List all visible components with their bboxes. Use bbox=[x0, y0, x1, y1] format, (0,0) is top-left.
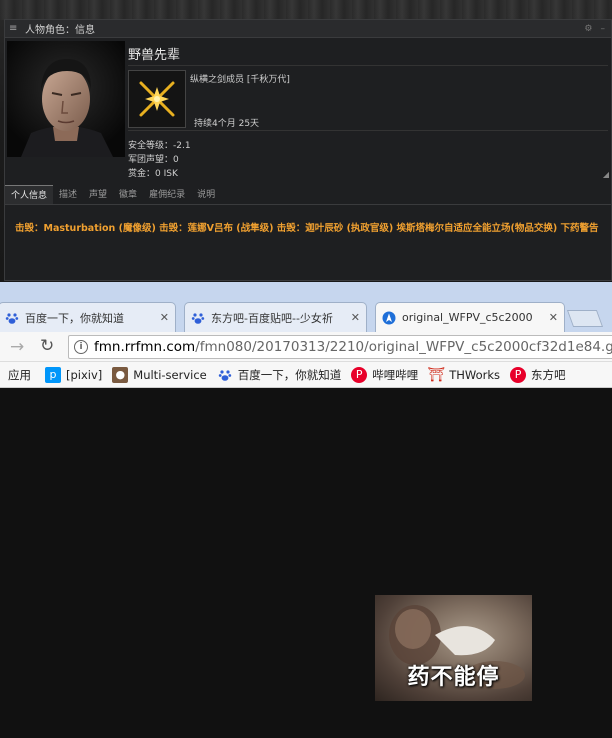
meme-image: 药不能停 bbox=[375, 595, 532, 701]
bookmark-pixiv[interactable]: p [pixiv] bbox=[45, 366, 103, 383]
tab-strip: 百度一下，你就知道 ✕ 东方吧-百度贴吧--少女祈 ✕ original_WFP… bbox=[0, 282, 612, 332]
bookmark-touhou-bar[interactable]: P 东方吧 bbox=[510, 366, 566, 383]
corp-logo-icon[interactable] bbox=[128, 70, 186, 128]
character-portrait bbox=[7, 41, 125, 157]
back-arrow-icon[interactable]: → bbox=[10, 337, 24, 357]
corp-standing: 军团声望：0 bbox=[128, 155, 179, 165]
corp-membership-text[interactable]: 纵横之剑成员 [千秋万代] bbox=[190, 72, 290, 85]
tab-notes[interactable]: 说明 bbox=[191, 185, 221, 204]
bookmark-apps[interactable]: 应用 bbox=[8, 367, 31, 383]
pixiv-icon: p bbox=[45, 366, 61, 383]
info-tabs: 个人信息 描述 声望 徽章 雇佣纪录 说明 bbox=[5, 185, 611, 205]
tab-description[interactable]: 描述 bbox=[53, 185, 83, 204]
bookmark-bilibili[interactable]: P 哔哩哔哩 bbox=[351, 366, 419, 383]
bounty: 赏金：0 ISK bbox=[128, 169, 178, 179]
browser-tab-baidu[interactable]: 百度一下，你就知道 ✕ bbox=[0, 302, 176, 332]
baidu-paw-icon bbox=[191, 311, 205, 325]
tab-standings[interactable]: 声望 bbox=[83, 185, 113, 204]
close-icon[interactable]: ✕ bbox=[351, 311, 360, 324]
browser-tab-active[interactable]: original_WFPV_c5c2000 ✕ bbox=[375, 302, 565, 332]
menu-icon[interactable]: ≡ bbox=[9, 23, 21, 34]
bookmark-baidu[interactable]: 百度一下，你就知道 bbox=[217, 367, 342, 383]
character-name: 野兽先辈 bbox=[128, 48, 181, 63]
window-title: 人物角色：信息 bbox=[25, 25, 95, 36]
tab-personal-info[interactable]: 个人信息 bbox=[5, 185, 54, 204]
compass-icon bbox=[382, 311, 396, 325]
info-icon[interactable]: i bbox=[74, 340, 88, 354]
address-bar[interactable]: i fmn.rrfmn.com/fmn080/20170313/2210/ori… bbox=[68, 335, 612, 359]
meme-caption: 药不能停 bbox=[407, 665, 500, 690]
tab-title: 百度一下，你就知道 bbox=[25, 311, 124, 325]
bookmark-label: 应用 bbox=[8, 367, 31, 382]
bookmark-label: 东方吧 bbox=[531, 367, 566, 382]
avatar-icon: ● bbox=[112, 366, 129, 383]
bookmark-label: THWorks bbox=[449, 367, 501, 382]
bookmark-thworks[interactable]: ⛩ THWorks bbox=[427, 366, 501, 383]
page-viewport: 药不能停 bbox=[0, 389, 612, 738]
browser-window: 百度一下，你就知道 ✕ 东方吧-百度贴吧--少女祈 ✕ original_WFP… bbox=[0, 282, 612, 738]
tab-title: original_WFPV_c5c2000 bbox=[402, 311, 533, 324]
baidu-paw-icon bbox=[217, 367, 233, 383]
bookmark-label: 百度一下，你就知道 bbox=[237, 367, 342, 382]
url-path: /fmn080/20170313/2210/original_WFPV_c5c2… bbox=[195, 339, 612, 355]
tab-decorations[interactable]: 徽章 bbox=[113, 185, 143, 204]
bilibili-p-icon: P bbox=[351, 366, 368, 383]
corporation-panel: 纵横之剑成员 [千秋万代] 持续4个月 25天 bbox=[128, 65, 608, 131]
security-status: 安全等级：-2.1 bbox=[128, 141, 191, 151]
browser-tab-tieba[interactable]: 东方吧-百度贴吧--少女祈 ✕ bbox=[184, 302, 367, 332]
bookmark-label: [pixiv] bbox=[66, 367, 103, 382]
browser-toolbar: → ↻ i fmn.rrfmn.com/fmn080/20170313/2210… bbox=[0, 332, 612, 362]
settings-icon[interactable]: ⚙ bbox=[584, 24, 592, 34]
torii-icon: ⛩ bbox=[427, 366, 446, 383]
baidu-paw-icon bbox=[5, 311, 19, 325]
tab-employment-history[interactable]: 雇佣纪录 bbox=[143, 185, 191, 204]
window-titlebar[interactable]: ≡ 人物角色：信息 ⚙ – bbox=[5, 20, 611, 38]
bookmark-label: Multi-service bbox=[133, 367, 207, 382]
kill-history-text: 击毁：Masturbation (魔像级) 击毁：莲娜V吕布 (战隼级) 击毁：… bbox=[15, 223, 599, 234]
membership-duration: 持续4个月 25天 bbox=[194, 119, 260, 129]
bookmark-label: 哔哩哔哩 bbox=[372, 367, 419, 382]
character-info-window: ≡ 人物角色：信息 ⚙ – 野兽先辈 纵横之剑成员 [千秋万代] 持续4个月 2… bbox=[4, 19, 612, 281]
url-host: fmn.rrfmn.com bbox=[94, 339, 196, 355]
tab-title: 东方吧-百度贴吧--少女祈 bbox=[211, 311, 333, 325]
new-tab-button[interactable] bbox=[566, 310, 604, 327]
minimize-icon[interactable]: – bbox=[601, 24, 606, 34]
close-icon[interactable]: ✕ bbox=[160, 311, 169, 324]
bookmarks-bar: 应用 p [pixiv] ● Multi-service 百度一下，你就知道 P… bbox=[0, 362, 612, 388]
close-icon[interactable]: ✕ bbox=[549, 311, 558, 324]
reload-icon[interactable]: ↻ bbox=[40, 336, 54, 356]
expand-arrow-icon[interactable]: ◢ bbox=[603, 170, 609, 179]
bilibili-p-icon: P bbox=[510, 366, 527, 383]
bookmark-multi-service[interactable]: ● Multi-service bbox=[112, 366, 207, 383]
